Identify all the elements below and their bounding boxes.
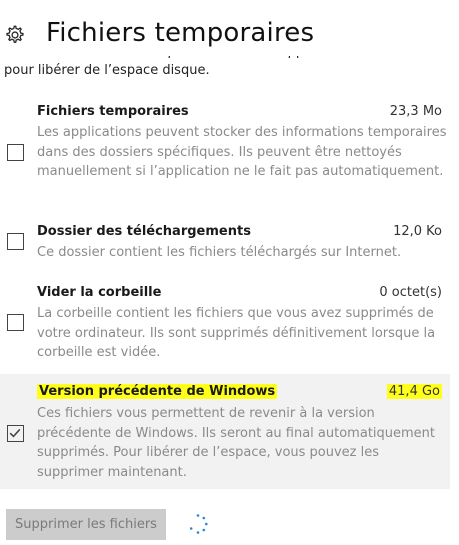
item-title: Vider la corbeille [37, 285, 162, 300]
item-downloads-folder: Dossier des téléchargements 12,0 Ko Ce d… [0, 215, 450, 265]
item-previous-windows: Version précédente de Windows 41,4 Go Ce… [0, 374, 450, 489]
item-size: 41,4 Go [386, 384, 442, 399]
item-description: Ce dossier contient les fichiers télécha… [37, 245, 402, 260]
item-title: Fichiers temporaires [37, 104, 189, 119]
highlighted-size: 41,4 Go [386, 384, 442, 399]
loading-spinner-icon [189, 514, 208, 534]
highlighted-title: Version précédente de Windows [37, 384, 278, 399]
page-header: Fichiers temporaires [0, 14, 459, 58]
downloads-checkbox[interactable] [7, 233, 24, 250]
delete-files-button[interactable]: Supprimer les fichiers [6, 509, 166, 540]
temp-files-page: Choisissez les éléments que vous voulez … [0, 0, 459, 545]
item-temp-files: Fichiers temporaires 23,3 Mo Les applica… [0, 96, 450, 192]
item-recycle-bin: Vider la corbeille 0 octet(s) La corbeil… [0, 276, 450, 362]
item-size: 0 octet(s) [379, 285, 442, 300]
page-title: Fichiers temporaires [46, 18, 315, 48]
checkmark-icon [9, 428, 21, 438]
item-size: 23,3 Mo [389, 104, 442, 119]
gear-icon [6, 25, 24, 43]
item-size: 12,0 Ko [393, 224, 442, 239]
previous-windows-checkbox[interactable] [7, 425, 24, 442]
item-description: Les applications peuvent stocker des inf… [37, 125, 447, 179]
item-title: Version précédente de Windows [37, 384, 278, 399]
recycle-bin-checkbox[interactable] [7, 314, 24, 331]
item-description: Ces fichiers vous permettent de revenir … [37, 406, 436, 480]
temp-files-checkbox[interactable] [7, 144, 24, 161]
item-title: Dossier des téléchargements [37, 224, 251, 239]
item-description: La corbeille contient les fichiers que v… [37, 306, 436, 360]
